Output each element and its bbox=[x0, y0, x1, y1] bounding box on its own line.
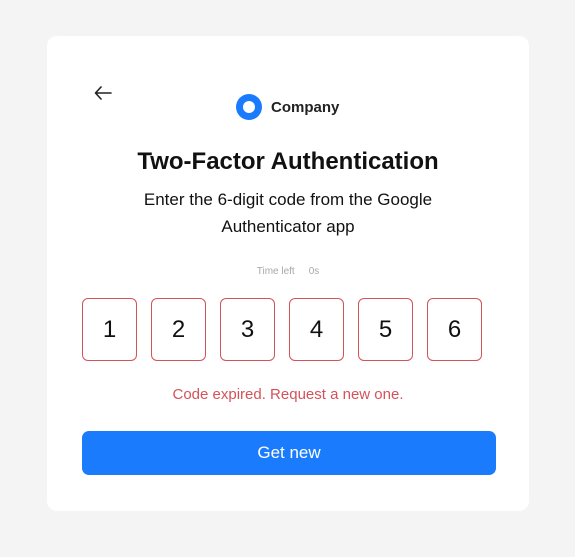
code-digit-1[interactable]: 1 bbox=[82, 298, 137, 361]
page-subtitle: Enter the 6-digit code from the Google A… bbox=[143, 190, 433, 236]
code-digit-3[interactable]: 3 bbox=[220, 298, 275, 361]
time-left: Time left 0s bbox=[47, 266, 529, 277]
time-left-value: 0s bbox=[308, 266, 320, 277]
company-logo-icon bbox=[236, 94, 262, 120]
arrow-left-icon bbox=[94, 86, 112, 100]
code-digit-4[interactable]: 4 bbox=[289, 298, 344, 361]
time-left-label: Time left bbox=[256, 266, 295, 277]
error-message: Code expired. Request a new one. bbox=[172, 386, 404, 403]
back-button[interactable] bbox=[87, 80, 119, 106]
brand-name: Company bbox=[271, 98, 340, 116]
code-inputs: 1 2 3 4 5 6 bbox=[82, 298, 482, 361]
brand: Company bbox=[236, 94, 339, 120]
auth-card: Company Two-Factor Authentication Enter … bbox=[47, 36, 529, 511]
code-digit-2[interactable]: 2 bbox=[151, 298, 206, 361]
page-title: Two-Factor Authentication bbox=[137, 148, 439, 175]
code-digit-5[interactable]: 5 bbox=[358, 298, 413, 361]
get-new-code-button[interactable]: Get new bbox=[82, 431, 496, 475]
code-digit-6[interactable]: 6 bbox=[427, 298, 482, 361]
